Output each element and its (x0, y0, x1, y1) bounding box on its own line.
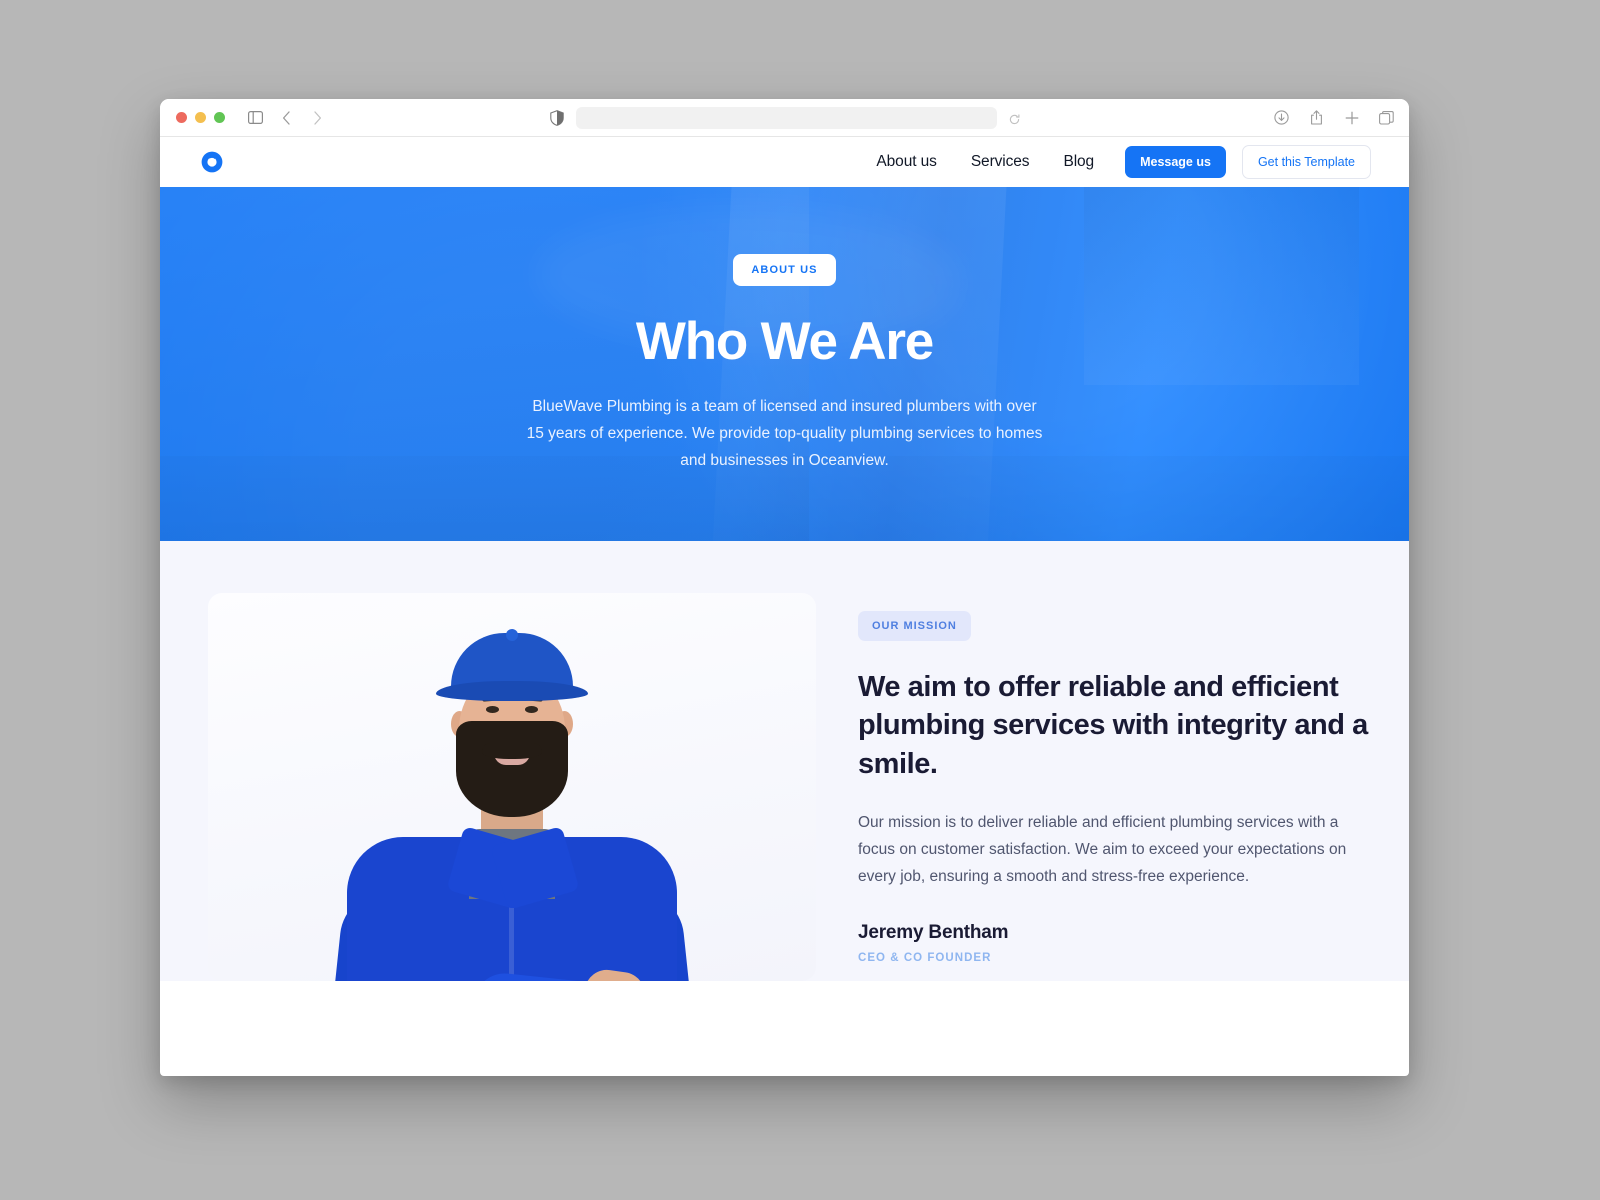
nav-link-about-us[interactable]: About us (859, 153, 953, 171)
nav-link-blog[interactable]: Blog (1046, 153, 1111, 171)
person-role: CEO & CO FOUNDER (858, 952, 992, 965)
mission-section: OUR MISSION We aim to offer reliable and… (160, 541, 1409, 981)
maximize-window-button[interactable] (214, 112, 225, 123)
hero-badge: ABOUT US (733, 253, 836, 286)
browser-window: About us Services Blog Message us Get th… (160, 99, 1409, 1076)
plumber-photo-card (208, 593, 816, 981)
mission-body-text: Our mission is to deliver reliable and e… (858, 813, 1347, 886)
plumber-eye-left (486, 706, 499, 713)
hero-subtitle: BlueWave Plumbing is a team of licensed … (526, 397, 1043, 469)
plumber-moustache (482, 743, 542, 759)
address-bar-container (549, 106, 1020, 129)
window-controls[interactable] (176, 112, 225, 123)
minimize-window-button[interactable] (195, 112, 206, 123)
mission-copy: OUR MISSION We aim to offer reliable and… (858, 593, 1369, 981)
browser-toolbar (160, 99, 1409, 137)
person-name: Jeremy Bentham (858, 922, 1009, 944)
bluewave-droplet-logo[interactable] (200, 150, 224, 174)
page-title: Who We Are (635, 311, 934, 371)
reload-icon[interactable] (1009, 112, 1020, 125)
hero-content: ABOUT US Who We Are BlueWave Plumbing is… (160, 253, 1409, 474)
nav-links-group: About us Services Blog Message us Get th… (859, 145, 1371, 179)
sidebar-icon[interactable] (247, 109, 264, 126)
site-navigation-bar: About us Services Blog Message us Get th… (160, 137, 1409, 187)
plumber-cap-button (506, 629, 518, 641)
plumber-cap-brim (436, 681, 588, 701)
mission-heading: We aim to offer reliable and efficient p… (858, 671, 1368, 780)
tab-overview-icon[interactable] (1378, 109, 1395, 126)
address-input[interactable] (575, 106, 997, 129)
share-icon[interactable] (1308, 109, 1325, 126)
message-us-button[interactable]: Message us (1125, 146, 1226, 178)
forward-arrow-icon[interactable] (309, 109, 326, 126)
downloads-icon[interactable] (1273, 109, 1290, 126)
nav-link-services[interactable]: Services (954, 153, 1047, 171)
plumber-beard (456, 721, 568, 817)
plumber-eye-right (525, 706, 538, 713)
mission-badge: OUR MISSION (858, 611, 971, 641)
close-window-button[interactable] (176, 112, 187, 123)
new-tab-icon[interactable] (1343, 109, 1360, 126)
hero-section: ABOUT US Who We Are BlueWave Plumbing is… (160, 187, 1409, 541)
privacy-shield-icon[interactable] (549, 109, 564, 126)
get-this-template-button[interactable]: Get this Template (1241, 145, 1371, 179)
back-arrow-icon[interactable] (278, 109, 295, 126)
